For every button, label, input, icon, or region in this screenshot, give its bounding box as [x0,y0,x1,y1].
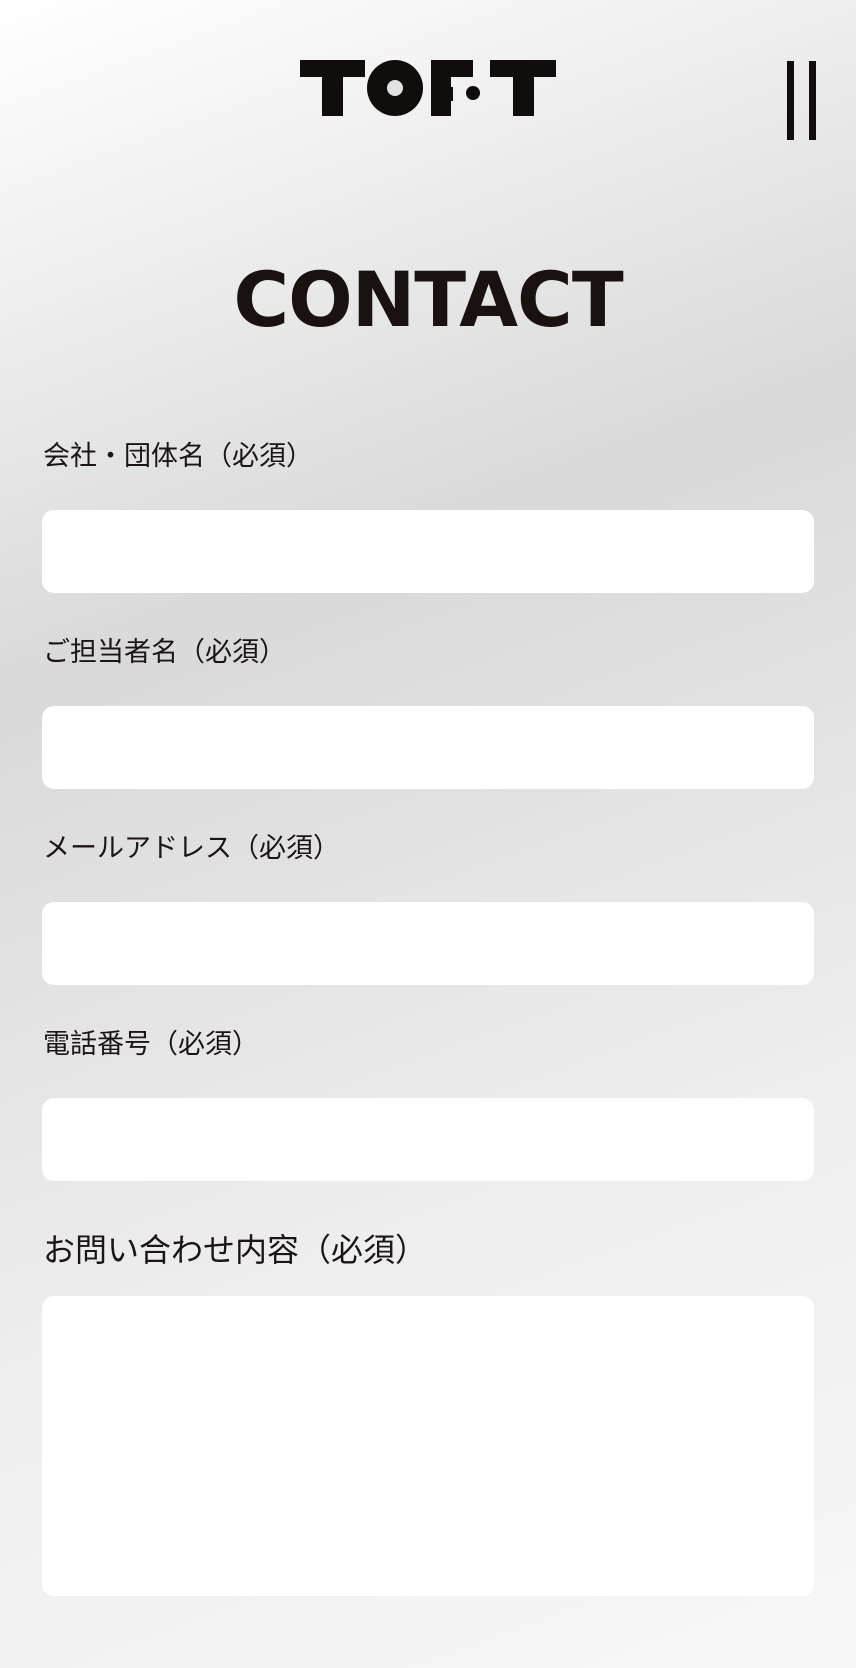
site-logo[interactable] [300,60,556,118]
company-label: 会社・団体名（必須） [43,441,313,472]
email-label: メールアドレス（必須） [43,833,340,864]
logo-icon [300,60,556,116]
phone-label: 電話番号（必須） [43,1029,259,1060]
phone-input[interactable] [42,1098,814,1181]
email-input[interactable] [42,902,814,985]
contact-person-input[interactable] [42,706,814,789]
page-title: CONTACT [233,255,623,344]
site-header [0,0,856,150]
contact-person-label: ご担当者名（必須） [43,637,286,668]
company-input[interactable] [42,510,814,593]
menu-button[interactable] [782,58,822,142]
inquiry-textarea[interactable] [42,1296,814,1596]
inquiry-label: お問い合わせ内容（必須） [43,1231,428,1269]
